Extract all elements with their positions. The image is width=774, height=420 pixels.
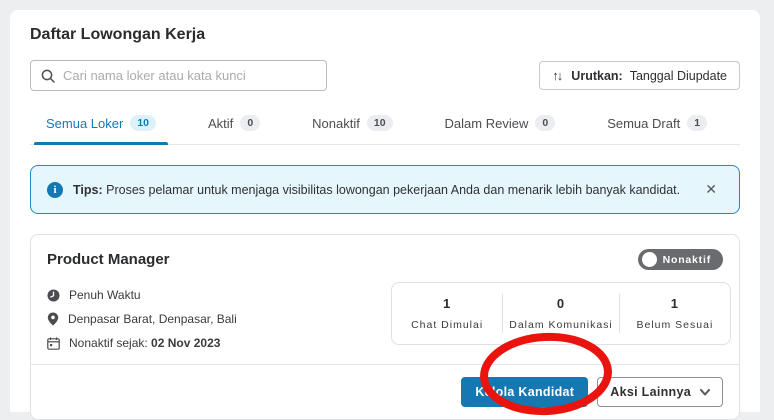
tab-count-badge: 0 bbox=[535, 115, 555, 131]
calendar-icon bbox=[47, 337, 60, 350]
employment-type: Penuh Waktu bbox=[69, 288, 141, 302]
toolbar: ↑↓ Urutkan: Tanggal Diupdate bbox=[30, 60, 740, 91]
tab-dalam-review[interactable]: Dalam Review 0 bbox=[443, 109, 558, 144]
tab-nonaktif[interactable]: Nonaktif 10 bbox=[310, 109, 394, 144]
stat-belum-sesuai: 1 Belum Sesuai bbox=[619, 294, 730, 333]
stat-label: Dalam Komunikasi bbox=[509, 319, 613, 331]
stat-label: Belum Sesuai bbox=[626, 319, 724, 331]
aksi-lainnya-button[interactable]: Aksi Lainnya bbox=[597, 377, 723, 407]
tab-label: Semua Loker bbox=[46, 116, 123, 131]
status-toggle[interactable]: Nonaktif bbox=[638, 249, 723, 270]
tab-aktif[interactable]: Aktif 0 bbox=[206, 109, 262, 144]
inactive-since-prefix: Nonaktif sejak: bbox=[69, 336, 151, 350]
search-icon bbox=[41, 69, 55, 83]
search-box[interactable] bbox=[30, 60, 327, 91]
candidate-stats-box: 1 Chat Dimulai 0 Dalam Komunikasi 1 Belu… bbox=[391, 282, 731, 345]
employment-type-row: Penuh Waktu bbox=[47, 288, 237, 302]
tab-label: Nonaktif bbox=[312, 116, 360, 131]
tab-label: Dalam Review bbox=[445, 116, 529, 131]
sort-label: Urutkan: bbox=[571, 69, 622, 83]
status-toggle-label: Nonaktif bbox=[663, 254, 711, 266]
location-icon bbox=[47, 312, 59, 326]
job-card-body: Penuh Waktu Denpasar Barat, Denpasar, Ba… bbox=[31, 274, 739, 364]
stat-dalam-komunikasi: 0 Dalam Komunikasi bbox=[502, 294, 619, 333]
sort-arrows-icon: ↑↓ bbox=[552, 68, 564, 83]
tab-label: Aktif bbox=[208, 116, 233, 131]
tab-label: Semua Draft bbox=[607, 116, 680, 131]
sort-button[interactable]: ↑↓ Urutkan: Tanggal Diupdate bbox=[539, 61, 740, 90]
tips-banner: i Tips: Proses pelamar untuk menjaga vis… bbox=[30, 165, 740, 214]
tab-bar: Semua Loker 10 Aktif 0 Nonaktif 10 Dalam… bbox=[30, 109, 740, 145]
inactive-since: Nonaktif sejak: 02 Nov 2023 bbox=[69, 336, 220, 350]
stat-value: 0 bbox=[509, 296, 613, 311]
tab-semua-draft[interactable]: Semua Draft 1 bbox=[605, 109, 709, 144]
tab-count-badge: 10 bbox=[367, 115, 393, 131]
aksi-lainnya-label: Aksi Lainnya bbox=[610, 385, 691, 399]
location-row: Denpasar Barat, Denpasar, Bali bbox=[47, 312, 237, 326]
location: Denpasar Barat, Denpasar, Bali bbox=[68, 312, 237, 326]
tips-label: Tips: bbox=[73, 183, 103, 197]
tips-text: Tips: Proses pelamar untuk menjaga visib… bbox=[73, 183, 689, 197]
tab-count-badge: 1 bbox=[687, 115, 707, 131]
kelola-kandidat-button[interactable]: Kelola Kandidat bbox=[461, 377, 588, 407]
inactive-since-date: 02 Nov 2023 bbox=[151, 336, 220, 350]
job-card: Product Manager Nonaktif Penuh Waktu bbox=[30, 234, 740, 420]
job-title: Product Manager bbox=[47, 251, 170, 268]
tab-semua-loker[interactable]: Semua Loker 10 bbox=[44, 109, 158, 144]
job-card-header: Product Manager Nonaktif bbox=[31, 235, 739, 274]
chevron-down-icon bbox=[700, 389, 710, 396]
stat-chat-dimulai: 1 Chat Dimulai bbox=[392, 294, 502, 333]
toggle-knob-icon bbox=[642, 252, 657, 267]
tab-count-badge: 10 bbox=[130, 115, 156, 131]
page-title: Daftar Lowongan Kerja bbox=[30, 26, 740, 44]
job-card-footer: Kelola Kandidat Aksi Lainnya bbox=[31, 364, 739, 419]
job-details: Penuh Waktu Denpasar Barat, Denpasar, Ba… bbox=[47, 282, 237, 350]
clock-icon bbox=[47, 289, 60, 302]
close-icon[interactable]: ✕ bbox=[699, 179, 723, 200]
search-input[interactable] bbox=[63, 68, 316, 83]
info-icon: i bbox=[47, 182, 63, 198]
stat-value: 1 bbox=[626, 296, 724, 311]
tips-message: Proses pelamar untuk menjaga visibilitas… bbox=[106, 183, 680, 197]
stat-value: 1 bbox=[398, 296, 496, 311]
inactive-since-row: Nonaktif sejak: 02 Nov 2023 bbox=[47, 336, 237, 350]
sort-value: Tanggal Diupdate bbox=[630, 69, 727, 83]
tab-count-badge: 0 bbox=[240, 115, 260, 131]
job-list-panel: Daftar Lowongan Kerja ↑↓ Urutkan: Tangga… bbox=[10, 10, 760, 412]
stat-label: Chat Dimulai bbox=[398, 319, 496, 331]
